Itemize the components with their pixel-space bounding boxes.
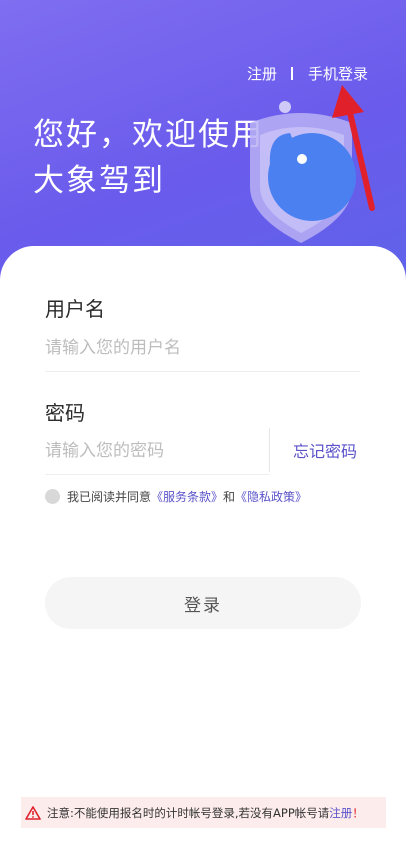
agree-checkbox[interactable]: [45, 489, 60, 504]
annotation-arrow: [332, 85, 375, 211]
notice-text: 注意:不能使用报名时的计时帐号登录,若没有APP帐号请: [47, 805, 330, 820]
terms-link[interactable]: 《服务条款》: [151, 488, 223, 505]
username-underline: [45, 371, 360, 372]
agreement-and: 和: [223, 490, 236, 504]
welcome-line-1: 您好，欢迎使用: [33, 117, 264, 153]
username-label: 用户名: [45, 297, 105, 321]
password-divider: [269, 428, 270, 472]
login-button[interactable]: 登录: [45, 577, 361, 629]
privacy-link[interactable]: 《隐私政策》: [235, 488, 307, 505]
welcome-title: 您好，欢迎使用 大象驾到: [33, 112, 264, 204]
password-input[interactable]: [45, 441, 265, 461]
divider: [290, 67, 293, 80]
register-link[interactable]: 注册: [247, 63, 277, 84]
password-label: 密码: [45, 401, 85, 425]
notice-register-link[interactable]: 注册: [329, 805, 352, 821]
login-card: [0, 246, 406, 841]
notice-suffix: ！: [352, 805, 364, 820]
username-input[interactable]: [45, 338, 265, 358]
agreement-row: 我已阅读并同意 《服务条款》 和 《隐私政策》: [45, 488, 307, 505]
notice-bar: 注意:不能使用报名时的计时帐号登录,若没有APP帐号请 注册 ！: [21, 797, 386, 828]
agreement-prefix: 我已阅读并同意: [67, 490, 152, 504]
warning-triangle-icon: [25, 805, 41, 820]
password-underline: [45, 474, 269, 475]
welcome-line-2: 大象驾到: [33, 163, 165, 199]
forgot-password-link[interactable]: 忘记密码: [293, 438, 357, 462]
